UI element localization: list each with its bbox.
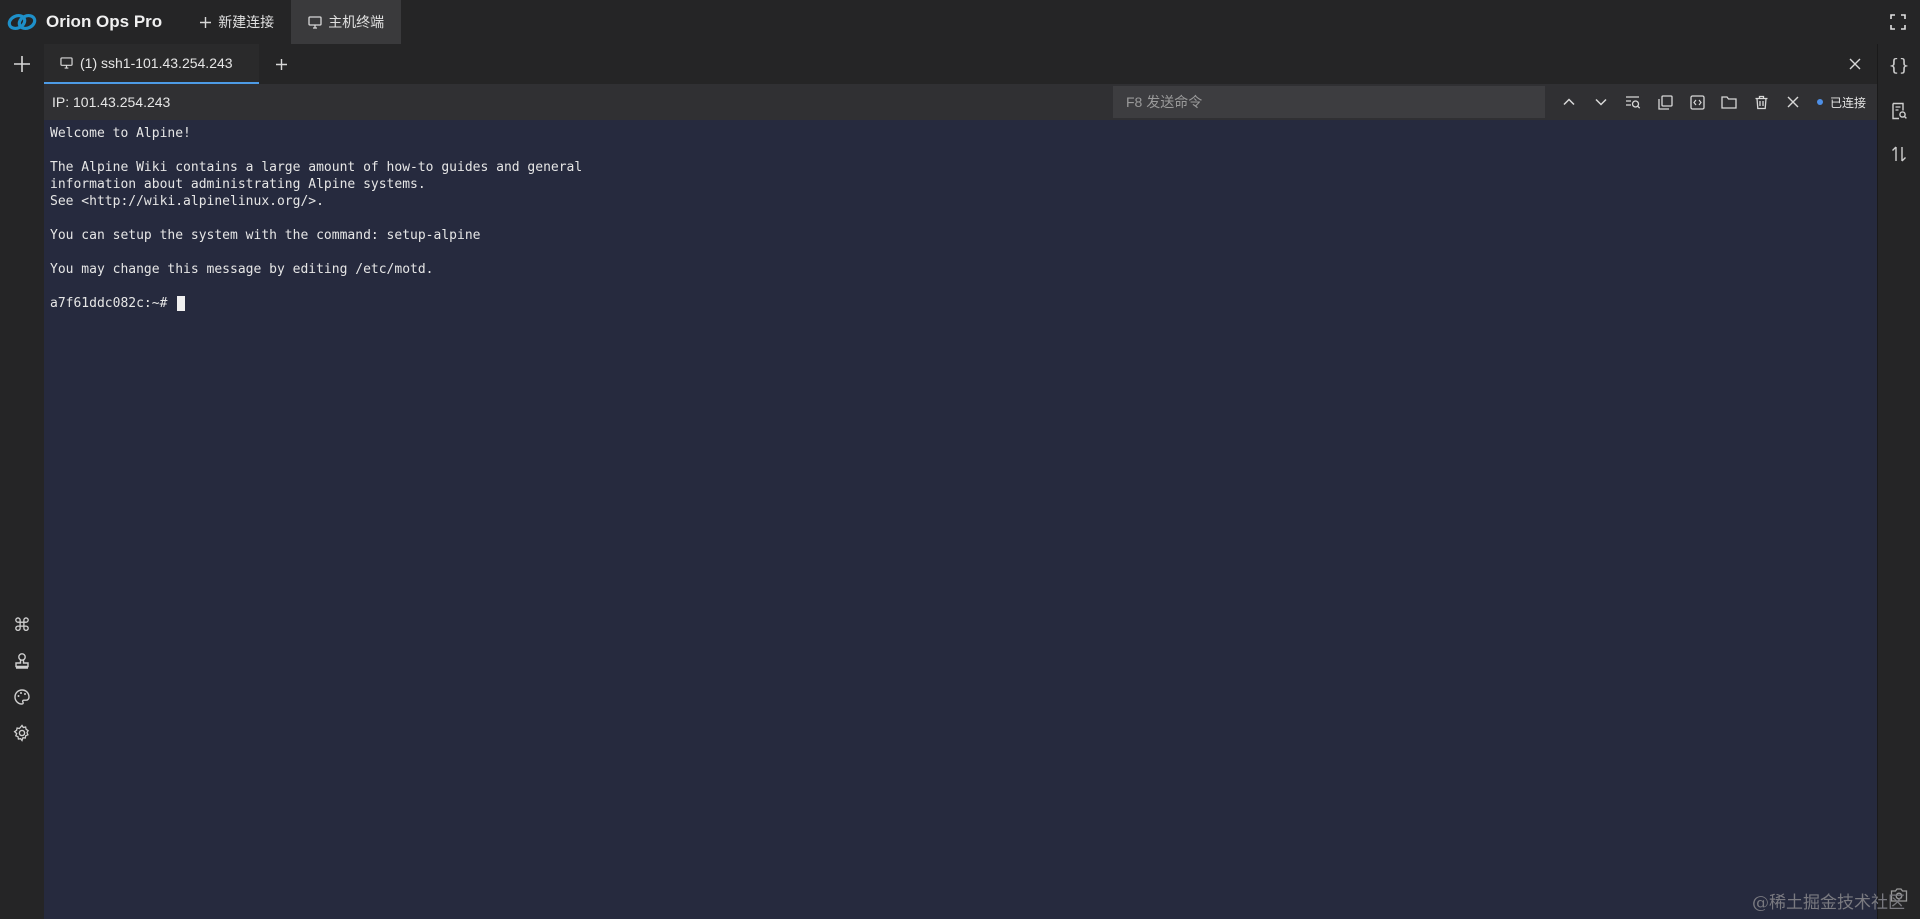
close-session-button[interactable] — [1833, 44, 1877, 84]
monitor-icon — [60, 57, 73, 69]
close-icon — [1787, 96, 1799, 108]
terminal-line: You may change this message by editing /… — [50, 262, 434, 277]
theme-button[interactable] — [0, 677, 44, 717]
app-logo: Orion Ops Pro — [0, 0, 182, 44]
plus-icon — [199, 16, 212, 29]
command-snippets-button[interactable]: ⌘ — [0, 605, 44, 645]
terminal-prompt-line[interactable]: a7f61ddc082c:~# — [50, 295, 1871, 312]
search-button[interactable] — [1617, 84, 1649, 120]
session-tab-ssh1[interactable]: (1) ssh1-101.43.254.243 — [44, 44, 259, 84]
tab-label: 新建连接 — [218, 14, 275, 30]
ip-label: IP: 101.43.254.243 — [52, 94, 171, 110]
copy-button[interactable] — [1649, 84, 1681, 120]
terminal-line: See <http://wiki.alpinelinux.org/>. — [50, 194, 324, 209]
terminal-output[interactable]: Welcome to Alpine! The Alpine Wiki conta… — [44, 120, 1877, 919]
settings-button[interactable] — [0, 713, 44, 753]
terminal-prompt: a7f61ddc082c:~# — [50, 296, 176, 311]
search-list-icon — [1626, 96, 1641, 109]
app-name: Orion Ops Pro — [46, 12, 163, 31]
paste-button[interactable] — [1681, 84, 1713, 120]
sftp-button[interactable] — [1713, 84, 1745, 120]
trash-icon — [1755, 95, 1767, 109]
monitor-icon — [308, 15, 322, 29]
add-button[interactable] — [0, 44, 44, 84]
folder-icon — [1721, 96, 1737, 109]
chevron-down-icon — [1595, 98, 1607, 106]
right-sidebar: {} — [1877, 44, 1920, 919]
send-command-input[interactable] — [1113, 86, 1545, 118]
plus-icon — [275, 58, 287, 70]
add-session-button[interactable] — [259, 44, 303, 84]
terminal-line: The Alpine Wiki contains a large amount … — [50, 160, 583, 175]
terminal-line: information about administrating Alpine … — [50, 177, 426, 192]
document-search-icon — [1892, 102, 1907, 120]
plus-icon — [14, 56, 30, 72]
connection-status: 已连接 — [1817, 94, 1866, 111]
code-box-icon — [1689, 94, 1705, 110]
session-tab-label: (1) ssh1-101.43.254.243 — [80, 55, 233, 71]
orion-logo-icon — [7, 13, 37, 31]
top-bar: Orion Ops Pro 新建连接 主机终端 — [0, 0, 1920, 44]
gear-icon — [13, 724, 29, 742]
copy-icon — [1657, 94, 1673, 110]
tab-host-terminal[interactable]: 主机终端 — [291, 0, 402, 44]
stamp-icon — [15, 653, 29, 669]
watermark: @稀土掘金技术社区 — [1752, 893, 1905, 913]
path-bookmark-button[interactable] — [1878, 91, 1920, 131]
transfer-arrows-icon — [1892, 146, 1906, 162]
braces-icon: {} — [1888, 56, 1910, 76]
close-icon — [1849, 58, 1861, 70]
status-label: 已连接 — [1830, 95, 1867, 110]
search-prev-button[interactable] — [1553, 84, 1585, 120]
terminal-cursor — [177, 296, 186, 311]
transfer-button[interactable] — [1878, 134, 1920, 174]
search-next-button[interactable] — [1585, 84, 1617, 120]
left-sidebar: ⌘ — [0, 44, 44, 919]
terminal-line: You can setup the system with the comman… — [50, 228, 481, 243]
snippets-button[interactable]: {} — [1878, 46, 1920, 86]
fullscreen-icon[interactable] — [1890, 14, 1906, 30]
terminal-toolbar: 已连接 — [1553, 84, 1866, 120]
terminal-line: Welcome to Alpine! — [50, 126, 191, 141]
session-info-bar: IP: 101.43.254.243 已连接 — [44, 84, 1877, 120]
tab-new-connection[interactable]: 新建连接 — [182, 0, 291, 44]
clear-button[interactable] — [1745, 84, 1777, 120]
tab-label: 主机终端 — [328, 14, 385, 30]
status-dot — [1817, 99, 1823, 105]
session-tab-bar: (1) ssh1-101.43.254.243 — [44, 44, 1877, 84]
palette-icon — [14, 689, 30, 705]
stamp-button[interactable] — [0, 641, 44, 681]
chevron-up-icon — [1563, 98, 1575, 106]
command-icon: ⌘ — [13, 614, 31, 636]
disconnect-button[interactable] — [1777, 84, 1809, 120]
